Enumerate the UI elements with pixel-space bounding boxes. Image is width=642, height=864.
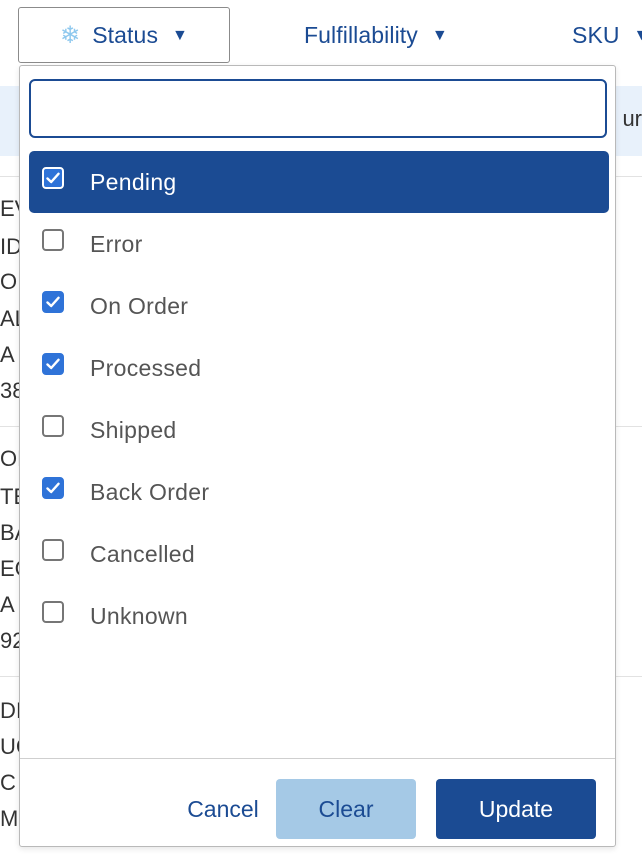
status-option-back-order[interactable]: Back Order	[29, 461, 609, 523]
table-cell-fragment: 92	[0, 630, 20, 652]
status-filter-button[interactable]: ❄ Status ▼	[18, 7, 230, 63]
dropdown-footer: Cancel Clear Update	[20, 758, 615, 847]
fulfillability-filter-button[interactable]: Fulfillability ▼	[304, 7, 448, 63]
option-checkbox[interactable]	[42, 353, 64, 375]
table-cell-fragment: 38	[0, 380, 20, 402]
check-icon	[46, 296, 60, 308]
table-cell-fragment: AL	[0, 308, 20, 330]
status-search-input[interactable]	[29, 79, 607, 138]
option-checkbox[interactable]	[42, 601, 64, 623]
snowflake-icon: ❄	[60, 21, 81, 49]
table-cell-fragment: DIS	[0, 700, 20, 722]
table-cell-fragment: ID	[0, 236, 20, 258]
sku-filter-label: SKU	[572, 21, 620, 48]
option-checkbox[interactable]	[42, 291, 64, 313]
table-cell-fragment: OK	[0, 448, 20, 470]
option-label: Error	[90, 230, 143, 257]
check-icon	[46, 172, 60, 184]
caret-down-icon: ▼	[633, 27, 642, 44]
table-cell-fragment: MF	[0, 808, 20, 830]
option-label: Processed	[90, 354, 202, 381]
option-label: On Order	[90, 292, 189, 319]
status-options-list: Pending Error On Order Processed Shipped	[29, 151, 609, 647]
status-option-processed[interactable]: Processed	[29, 337, 609, 399]
caret-down-icon: ▼	[431, 27, 448, 44]
option-checkbox[interactable]	[42, 415, 64, 437]
cancel-button[interactable]: Cancel	[168, 779, 278, 839]
table-cell-fragment: EG	[0, 558, 20, 580]
table-cell-fragment: O	[0, 271, 18, 293]
table-cell-fragment: EV	[0, 198, 20, 220]
table-header-fragment: ur	[622, 106, 642, 131]
table-cell-fragment: C	[0, 772, 16, 794]
clear-button[interactable]: Clear	[276, 779, 416, 839]
option-label: Back Order	[90, 478, 210, 505]
status-option-pending[interactable]: Pending	[29, 151, 609, 213]
option-checkbox[interactable]	[42, 539, 64, 561]
table-cell-fragment: TE	[0, 486, 20, 508]
table-cell-fragment: BA	[0, 522, 20, 544]
check-icon	[46, 482, 60, 494]
status-option-error[interactable]: Error	[29, 213, 609, 275]
option-label: Pending	[90, 168, 177, 195]
status-option-shipped[interactable]: Shipped	[29, 399, 609, 461]
status-option-on-order[interactable]: On Order	[29, 275, 609, 337]
option-label: Cancelled	[90, 540, 195, 567]
option-label: Shipped	[90, 416, 177, 443]
status-dropdown-panel: Pending Error On Order Processed Shipped	[19, 65, 616, 847]
fulfillability-filter-label: Fulfillability	[304, 21, 418, 48]
caret-down-icon: ▼	[172, 27, 188, 44]
check-icon	[46, 358, 60, 370]
table-cell-fragment: UC	[0, 736, 20, 758]
sku-filter-button[interactable]: SKU ▼	[572, 7, 642, 63]
option-label: Unknown	[90, 602, 188, 629]
option-checkbox[interactable]	[42, 229, 64, 251]
table-cell-fragment: A	[0, 344, 15, 366]
status-option-cancelled[interactable]: Cancelled	[29, 523, 609, 585]
table-cell-fragment: A	[0, 594, 15, 616]
option-checkbox[interactable]	[42, 167, 64, 189]
status-option-unknown[interactable]: Unknown	[29, 585, 609, 647]
option-checkbox[interactable]	[42, 477, 64, 499]
status-filter-label: Status	[92, 21, 159, 48]
update-button[interactable]: Update	[436, 779, 596, 839]
